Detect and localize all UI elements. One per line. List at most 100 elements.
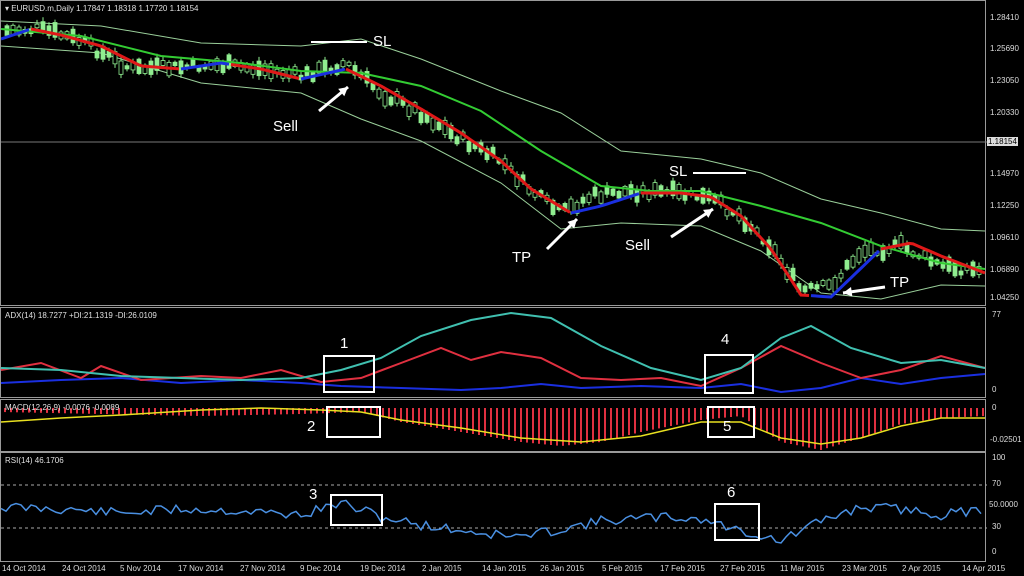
candle-body bbox=[814, 284, 820, 290]
time-axis-label: 23 Mar 2015 bbox=[842, 564, 887, 573]
rsi-scale-100: 100 bbox=[992, 453, 1006, 462]
candle-body bbox=[958, 270, 964, 276]
signal-box-1 bbox=[323, 355, 375, 393]
macd-scale-zero: 0 bbox=[992, 403, 997, 412]
candle-body bbox=[844, 260, 850, 270]
signal-box-label-5: 5 bbox=[723, 418, 732, 435]
candle-body bbox=[592, 186, 598, 197]
time-axis[interactable]: 14 Oct 2014 24 Oct 2014 5 Nov 2014 17 Nov 2… bbox=[0, 562, 1024, 576]
candle-body bbox=[568, 198, 574, 213]
adx-canvas bbox=[1, 311, 986, 394]
candle-body bbox=[586, 193, 592, 203]
signal-box-label-6: 6 bbox=[727, 484, 736, 501]
candle-body bbox=[388, 96, 394, 106]
signal-box-3 bbox=[330, 494, 383, 526]
price-scale-label: 1.14970 bbox=[990, 169, 1019, 178]
adx-title: ADX(14) 18.7277 +DI:21.1319 -DI:26.0109 bbox=[5, 311, 157, 320]
adx-pane[interactable]: ADX(14) 18.7277 +DI:21.1319 -DI:26.0109 … bbox=[0, 307, 986, 398]
candle-body bbox=[418, 112, 424, 124]
time-axis-label: 14 Oct 2014 bbox=[2, 564, 46, 573]
time-axis-label: 5 Nov 2014 bbox=[120, 564, 161, 573]
rsi-scale-0: 0 bbox=[992, 547, 997, 556]
time-axis-label: 26 Jan 2015 bbox=[540, 564, 585, 573]
rsi-scale-70: 70 bbox=[992, 479, 1001, 488]
stop-loss-label-1: SL bbox=[373, 33, 392, 50]
price-scale-label: 1.20330 bbox=[990, 108, 1019, 117]
candle-body bbox=[430, 117, 436, 131]
stop-loss-label-2: SL bbox=[669, 163, 688, 180]
price-scale-label: 1.06890 bbox=[990, 265, 1019, 274]
signal-box-label-3: 3 bbox=[309, 486, 318, 503]
price-scale-label: 1.04250 bbox=[990, 293, 1019, 302]
time-axis-label: 27 Nov 2014 bbox=[240, 564, 286, 573]
fast-moving-average-segment bbox=[641, 191, 810, 298]
ohlc-values: 1.17847 1.18318 1.17720 1.18154 bbox=[76, 4, 199, 13]
candle-body bbox=[922, 250, 928, 258]
time-axis-label: 5 Feb 2015 bbox=[602, 564, 643, 573]
candle-body bbox=[436, 121, 442, 131]
macd-scale-min: -0.02501 bbox=[990, 435, 1022, 444]
candle-body bbox=[160, 60, 166, 66]
candle-body bbox=[34, 23, 40, 29]
candle-body bbox=[172, 61, 178, 67]
time-axis-label: 2 Apr 2015 bbox=[902, 564, 941, 573]
adx-scale-min: 0 bbox=[992, 385, 997, 394]
sell-label-1: Sell bbox=[273, 118, 299, 135]
price-chart-canvas bbox=[1, 17, 987, 300]
signal-box-4 bbox=[704, 354, 754, 394]
candle-body bbox=[346, 61, 352, 66]
candle-body bbox=[826, 279, 832, 290]
macd-canvas bbox=[1, 407, 985, 450]
signal-box-label-4: 4 bbox=[721, 331, 730, 348]
rsi-line bbox=[1, 499, 982, 544]
time-axis-label: 11 Mar 2015 bbox=[780, 564, 825, 573]
rsi-scale[interactable]: 100 70 50.0000 30 0 bbox=[987, 452, 1024, 562]
symbol-label: EURUSD.m,Daily bbox=[11, 4, 74, 13]
price-chart-pane[interactable]: ▾ EURUSD.m,Daily 1.17847 1.18318 1.17720… bbox=[0, 0, 987, 306]
candle-body bbox=[94, 50, 100, 59]
price-scale[interactable]: 1.28410 1.25690 1.23050 1.20330 1.14970 1.122… bbox=[987, 0, 1024, 306]
macd-signal-line bbox=[1, 407, 985, 445]
price-scale-label: 1.23050 bbox=[990, 76, 1019, 85]
price-scale-label: 1.28410 bbox=[990, 13, 1019, 22]
candle-body bbox=[382, 91, 388, 107]
price-scale-label: 1.25690 bbox=[990, 44, 1019, 53]
di-minus-line bbox=[1, 344, 986, 388]
candle-body bbox=[124, 65, 130, 70]
macd-title: MACD(12,26,9) -0.0076 -0.0089 bbox=[5, 403, 120, 412]
candle-body bbox=[808, 282, 814, 289]
time-axis-label: 17 Feb 2015 bbox=[660, 564, 705, 573]
candle-body bbox=[118, 60, 124, 75]
signal-box-2 bbox=[326, 406, 381, 438]
candle-body bbox=[820, 280, 826, 286]
take-profit-label-1: TP bbox=[512, 249, 532, 266]
candle-body bbox=[856, 248, 862, 263]
rsi-pane[interactable]: RSI(14) 46.1706 3 6 bbox=[0, 452, 987, 562]
candle-body bbox=[694, 196, 700, 201]
candle-body bbox=[724, 208, 730, 217]
candle-body bbox=[40, 21, 46, 31]
time-axis-label: 2 Jan 2015 bbox=[422, 564, 462, 573]
candle-body bbox=[610, 188, 616, 196]
chart-menu-icon[interactable]: ▾ bbox=[5, 4, 9, 13]
candle-body bbox=[340, 60, 346, 68]
signal-box-6 bbox=[714, 503, 760, 541]
candle-body bbox=[454, 136, 460, 145]
macd-pane[interactable]: MACD(12,26,9) -0.0076 -0.0089 2 5 bbox=[0, 399, 986, 452]
time-axis-label: 14 Jan 2015 bbox=[482, 564, 527, 573]
current-price-tag: 1.18154 bbox=[987, 137, 1018, 146]
adx-scale[interactable]: 77 0 bbox=[987, 307, 1024, 398]
rsi-scale-30: 30 bbox=[992, 522, 1001, 531]
chart-title: ▾ EURUSD.m,Daily 1.17847 1.18318 1.17720… bbox=[5, 4, 199, 13]
rsi-scale-50: 50.0000 bbox=[989, 500, 1018, 509]
rsi-title: RSI(14) 46.1706 bbox=[5, 456, 64, 465]
time-axis-label: 17 Nov 2014 bbox=[178, 564, 224, 573]
signal-box-label-2: 2 bbox=[307, 418, 316, 435]
price-scale-label: 1.09610 bbox=[990, 233, 1019, 242]
candle-body bbox=[580, 196, 586, 204]
macd-scale[interactable]: 0 -0.02501 bbox=[987, 399, 1024, 452]
candle-body bbox=[868, 241, 874, 256]
candle-body bbox=[838, 272, 844, 279]
price-scale-label: 1.12250 bbox=[990, 201, 1019, 210]
candle-body bbox=[616, 190, 622, 199]
